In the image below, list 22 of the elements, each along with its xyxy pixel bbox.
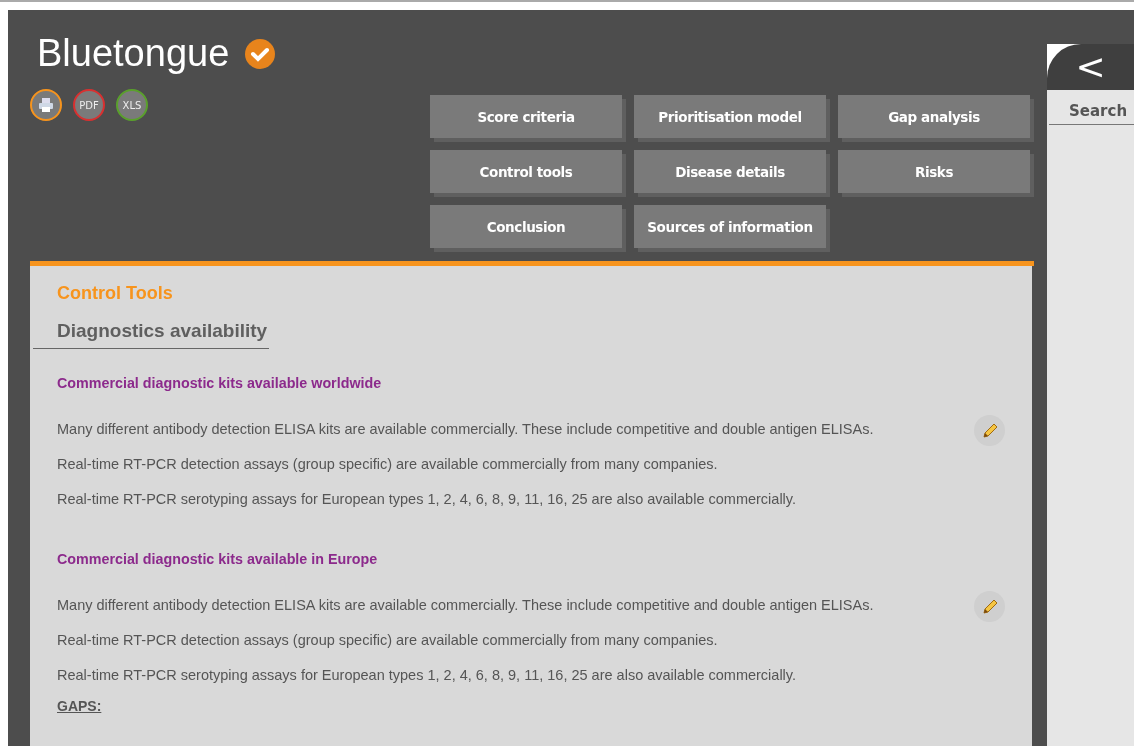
- paragraph: Many different antibody detection ELISA kits are available commercially. These include competitive and double antigen ELISAs.: [57, 597, 874, 613]
- subsection-title: Diagnostics availability: [33, 320, 269, 349]
- collapse-tab[interactable]: <: [1047, 44, 1134, 90]
- print-button[interactable]: [30, 89, 62, 121]
- paragraph: Real-time RT-PCR detection assays (group specific) are available commercially from many companies.: [57, 456, 718, 472]
- block-heading: Commercial diagnostic kits available in Europe: [57, 551, 379, 567]
- export-button[interactable]: PDF: [73, 89, 105, 121]
- edit-button[interactable]: [974, 591, 1005, 622]
- printer-icon: [38, 97, 54, 113]
- gaps-label: GAPS:: [57, 698, 103, 714]
- paragraph: Real-time RT-PCR serotyping assays for European types 1, 2, 4, 6, 8, 9, 11, 16, 25 are also available commercially.: [57, 667, 797, 683]
- pencil-icon: [980, 421, 999, 440]
- pencil-icon: [980, 597, 999, 616]
- paragraph: Real-time RT-PCR serotyping assays for European types 1, 2, 4, 6, 8, 9, 11, 16, 25 are also available commercially.: [57, 491, 797, 507]
- block-heading: Commercial diagnostic kits available worldwide: [57, 375, 383, 391]
- paragraph: Many different antibody detection ELISA kits are available commercially. These include competitive and double antigen ELISAs.: [57, 421, 874, 437]
- search-label[interactable]: Search: [1049, 102, 1134, 125]
- section-title: Control Tools: [57, 283, 174, 304]
- export-button[interactable]: XLS: [116, 89, 148, 121]
- page-title: Bluetongue: [37, 32, 230, 75]
- edit-button[interactable]: [974, 415, 1005, 446]
- paragraph: Real-time RT-PCR detection assays (group specific) are available commercially from many companies.: [57, 632, 718, 648]
